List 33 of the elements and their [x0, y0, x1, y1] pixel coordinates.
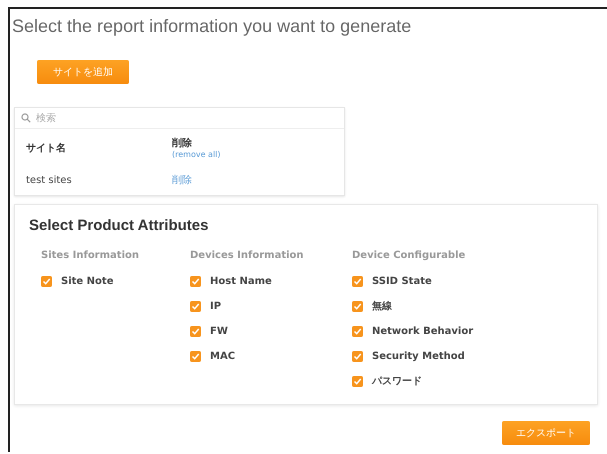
checkbox-label: IP: [210, 300, 222, 312]
checkbox-label: 無線: [372, 300, 392, 313]
add-site-button[interactable]: サイトを追加: [37, 60, 129, 84]
column-header: 削除: [172, 136, 193, 150]
search-icon: [21, 113, 31, 123]
delete-link[interactable]: 削除: [172, 173, 192, 187]
group-heading: Sites Information: [41, 250, 140, 261]
checkbox[interactable]: [352, 300, 363, 312]
checkbox-label: MAC: [210, 350, 236, 362]
checkbox-label: Network Behavior: [372, 326, 474, 336]
checkbox-label: パスワード: [372, 375, 422, 388]
checkbox[interactable]: [190, 276, 201, 286]
checkbox[interactable]: [190, 350, 201, 362]
checkbox[interactable]: [41, 276, 52, 286]
checkbox[interactable]: [352, 376, 363, 386]
checkbox-label: Security Method: [372, 350, 465, 362]
checkbox[interactable]: [352, 350, 363, 362]
checkbox-label: SSID State: [372, 276, 432, 286]
group-heading: Devices Information: [190, 250, 305, 261]
column-header: サイト名: [26, 142, 67, 154]
checkbox-label: FW: [210, 326, 228, 336]
checkbox-label: Site Note: [61, 276, 114, 286]
export-button[interactable]: エクスポート: [502, 421, 590, 445]
group-heading: Device Configurable: [352, 250, 466, 261]
page-title: Select the report information you want to generate: [12, 16, 412, 37]
remove-all-link[interactable]: (remove all): [172, 150, 221, 159]
checkbox-label: Host Name: [210, 276, 272, 286]
section-title: Select Product Attributes: [29, 217, 210, 234]
checkbox[interactable]: [352, 276, 363, 286]
checkbox[interactable]: [190, 326, 201, 336]
checkbox[interactable]: [352, 326, 363, 336]
checkbox[interactable]: [190, 300, 201, 312]
table-cell-text: test sites: [26, 174, 73, 186]
